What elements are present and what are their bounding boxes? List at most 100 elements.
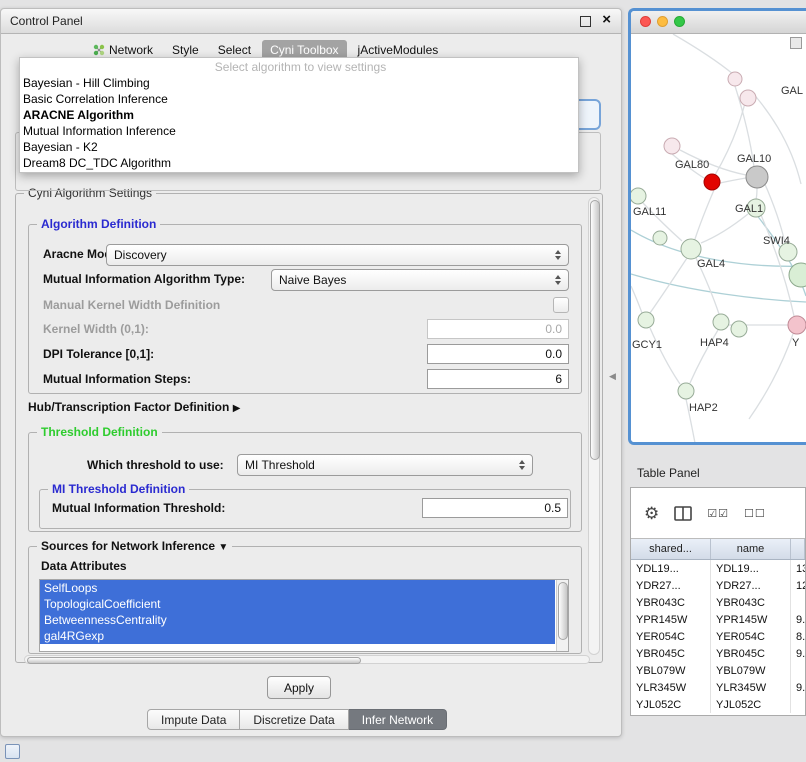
apply-button[interactable]: Apply [267, 676, 331, 699]
tab-label: Network [109, 43, 153, 57]
table-row[interactable]: YER054C YER054C 8. [631, 628, 805, 645]
scrollbar-thumb[interactable] [558, 582, 568, 640]
node[interactable] [740, 90, 756, 106]
cell-name: YBR045C [711, 645, 791, 662]
collapse-right-icon: ▶ [233, 403, 241, 414]
cell-extra: 9. [791, 648, 805, 660]
settings-vertical-scrollbar[interactable] [588, 197, 600, 655]
node[interactable] [731, 321, 747, 337]
node-gal10[interactable] [746, 166, 768, 188]
table-header-row: shared... name [631, 538, 805, 560]
close-icon[interactable]: × [602, 11, 611, 28]
table-panel: ⚙ ☑☑ ☐☐ shared... name YDL19... YDL19...… [630, 487, 806, 716]
table-row[interactable]: YDR27... YDR27... 12 [631, 577, 805, 594]
select-all-checks-icon[interactable]: ☑☑ [707, 507, 729, 520]
field-value: 0.0 [545, 347, 562, 361]
table-panel-title: Table Panel [637, 466, 700, 480]
kernel-width-input[interactable]: 0.0 [427, 319, 569, 339]
expand-down-icon: ▼ [218, 542, 228, 553]
dropdown-item[interactable]: Dream8 DC_TDC Algorithm [20, 155, 578, 171]
tab-label: Infer Network [362, 713, 433, 727]
list-item-selected[interactable]: TopologicalCoefficient [40, 596, 555, 612]
gear-icon[interactable]: ⚙ [644, 505, 659, 522]
list-item-selected[interactable]: gal4RGexp [40, 628, 555, 644]
cell-extra: 9. [791, 682, 805, 694]
node-label: Y [792, 337, 800, 349]
control-panel-titlebar[interactable]: Control Panel × [1, 9, 621, 34]
tab-infer-network[interactable]: Infer Network [349, 709, 447, 730]
dropdown-item[interactable]: Bayesian - K2 [20, 139, 578, 155]
which-threshold-select[interactable]: MI Threshold [237, 454, 533, 476]
network-window-titlebar[interactable] [631, 11, 806, 34]
sources-section-toggle[interactable]: Sources for Network Inference ▼ [37, 539, 232, 553]
scrollbar-thumb[interactable] [590, 200, 600, 460]
dpi-tolerance-input[interactable]: 0.0 [427, 344, 569, 364]
table-row[interactable]: YBL079W YBL079W [631, 662, 805, 679]
restore-panel-icon[interactable] [5, 744, 20, 759]
node-hap4[interactable] [713, 314, 729, 330]
node-gal11[interactable] [631, 188, 646, 204]
close-traffic-light-icon[interactable] [640, 16, 651, 27]
dropdown-item[interactable]: Bayesian - Hill Climbing [20, 75, 578, 91]
network-canvas[interactable]: GAL GAL80 GAL10 GAL11 GAL1 SWI4 GAL4 GCY… [631, 34, 806, 443]
table-row[interactable]: YBR045C YBR045C 9. [631, 645, 805, 662]
mi-threshold-input[interactable]: 0.5 [422, 498, 568, 518]
cell-shared-name: YBL079W [631, 662, 711, 679]
cell-shared-name: YLR345W [631, 679, 711, 696]
node[interactable] [728, 72, 742, 86]
cell-extra: 8. [791, 631, 805, 643]
zoom-traffic-light-icon[interactable] [674, 16, 685, 27]
settings-horizontal-scrollbar[interactable] [24, 655, 590, 664]
dropdown-item[interactable]: Basic Correlation Inference [20, 91, 578, 107]
node[interactable] [653, 231, 667, 245]
node-gal4[interactable] [681, 239, 701, 259]
cell-shared-name: YPR145W [631, 611, 711, 628]
tab-impute-data[interactable]: Impute Data [147, 709, 240, 730]
dropdown-item[interactable]: Mutual Information Inference [20, 123, 578, 139]
node-gcy1[interactable] [638, 312, 654, 328]
table-row[interactable]: YPR145W YPR145W 9. [631, 611, 805, 628]
edge [631, 286, 642, 313]
node-gal80[interactable] [664, 138, 680, 154]
hub-section-toggle[interactable]: Hub/Transcription Factor Definition ▶ [28, 400, 240, 414]
dropdown-item-selected[interactable]: ARACNE Algorithm [20, 107, 578, 123]
manual-kernel-checkbox[interactable] [553, 297, 569, 313]
mi-type-select[interactable]: Naive Bayes [271, 269, 569, 291]
splitter-collapse-icon[interactable]: ◀ [609, 371, 616, 382]
network-view-window: GAL GAL80 GAL10 GAL11 GAL1 SWI4 GAL4 GCY… [628, 8, 806, 445]
table-toolbar: ⚙ ☑☑ ☐☐ [631, 488, 805, 538]
tab-discretize-data[interactable]: Discretize Data [240, 709, 348, 730]
tab-label: Impute Data [161, 713, 226, 727]
cyni-bottom-tabs: Impute Data Discretize Data Infer Networ… [147, 709, 447, 730]
tab-label: Style [172, 43, 199, 57]
algorithm-dropdown-list: Select algorithm to view settings Bayesi… [19, 57, 579, 173]
column-header-partial[interactable] [791, 539, 805, 559]
list-item-selected[interactable]: SelfLoops [40, 580, 555, 596]
table-row[interactable]: YLR345W YLR345W 9. [631, 679, 805, 696]
deselect-all-checks-icon[interactable]: ☐☐ [744, 507, 766, 520]
select-arrows-icon [555, 250, 561, 260]
columns-icon[interactable] [674, 506, 692, 521]
select-value: Discovery [114, 248, 167, 262]
minimize-traffic-light-icon[interactable] [657, 16, 668, 27]
table-row[interactable]: YBR043C YBR043C [631, 594, 805, 611]
list-vertical-scrollbar[interactable] [556, 580, 568, 651]
aracne-mode-select[interactable]: Discovery [106, 244, 569, 266]
edge [764, 182, 785, 243]
list-item-selected[interactable]: BetweennessCentrality [40, 612, 555, 628]
node-selected-red[interactable] [704, 174, 720, 190]
cell-name: YPR145W [711, 611, 791, 628]
node-label: GAL10 [737, 153, 771, 165]
float-window-icon[interactable] [580, 16, 591, 27]
table-row[interactable]: YJL052C YJL052C [631, 696, 805, 713]
mi-steps-input[interactable]: 6 [427, 369, 569, 389]
cell-shared-name: YJL052C [631, 696, 711, 713]
scroll-corner-button[interactable] [790, 37, 802, 49]
column-header-shared-name[interactable]: shared... [631, 539, 711, 559]
node[interactable] [788, 316, 806, 334]
column-header-name[interactable]: name [711, 539, 791, 559]
table-row[interactable]: YDL19... YDL19... 13 [631, 560, 805, 577]
group-title: Threshold Definition [37, 425, 162, 439]
scrollbar-thumb[interactable] [27, 657, 361, 664]
node-hap2[interactable] [678, 383, 694, 399]
